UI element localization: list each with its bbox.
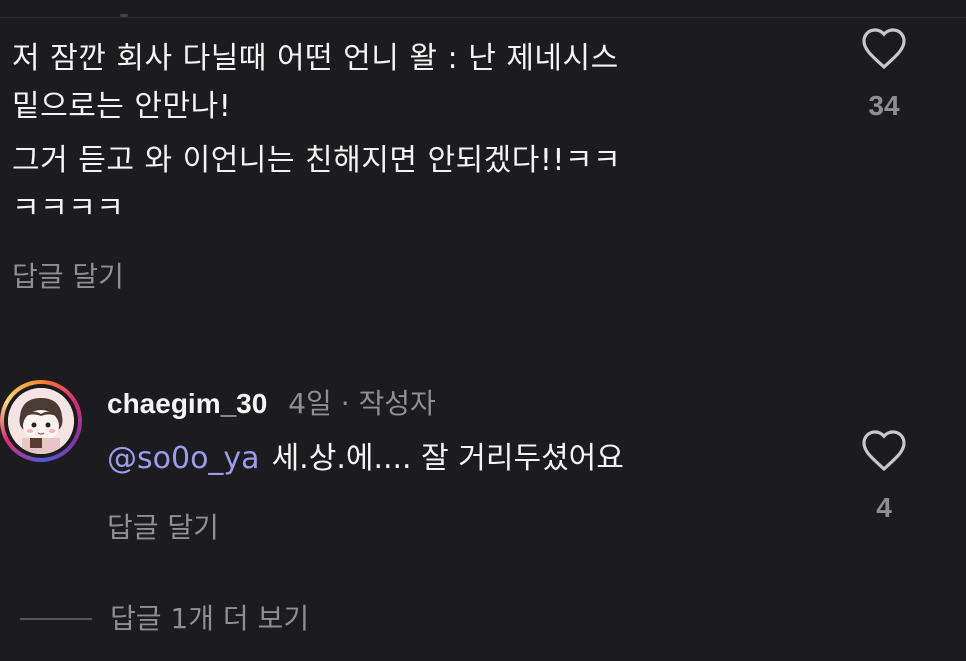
avatar-border <box>4 384 78 458</box>
like-count: 34 <box>868 90 900 121</box>
top-indicator <box>120 14 128 17</box>
like-count: 4 <box>876 492 892 523</box>
reply-button[interactable]: 답글 달기 <box>12 255 124 295</box>
reply-header: chaegim_30 4일 · 작성자 <box>107 382 436 422</box>
view-more-replies-button[interactable]: 답글 1개 더 보기 <box>110 597 309 637</box>
comment-like-group: 34 <box>854 26 914 122</box>
reply-text: @so0o_ya 세.상.에.... 잘 거리두셨어요 <box>107 433 624 477</box>
avatar-image <box>8 388 74 454</box>
comment-text: 저 잠깐 회사 다닐때 어떤 언니 왈 : 난 제네시스 밑으로는 안만나! 그… <box>12 35 832 239</box>
comment-line-2: 그거 듣고 와 이언니는 친해지면 안되겠다!!ㅋㅋ ㅋㅋㅋㅋ <box>12 143 622 226</box>
more-replies-divider <box>20 618 92 620</box>
reply-meta: 4일 · 작성자 <box>288 387 436 420</box>
heart-outline-icon[interactable] <box>854 26 914 70</box>
heart-outline-icon[interactable] <box>854 428 914 472</box>
reply-like-group: 4 <box>854 428 914 524</box>
avatar[interactable] <box>0 380 82 462</box>
reply-button[interactable]: 답글 달기 <box>107 506 219 546</box>
reply-message: 세.상.에.... 잘 거리두셨어요 <box>271 441 624 476</box>
mention-link[interactable]: @so0o_ya <box>107 441 260 476</box>
comment-line-1: 저 잠깐 회사 다닐때 어떤 언니 왈 : 난 제네시스 밑으로는 안만나! <box>12 41 619 124</box>
username-link[interactable]: chaegim_30 <box>107 388 267 419</box>
top-divider <box>0 0 966 18</box>
